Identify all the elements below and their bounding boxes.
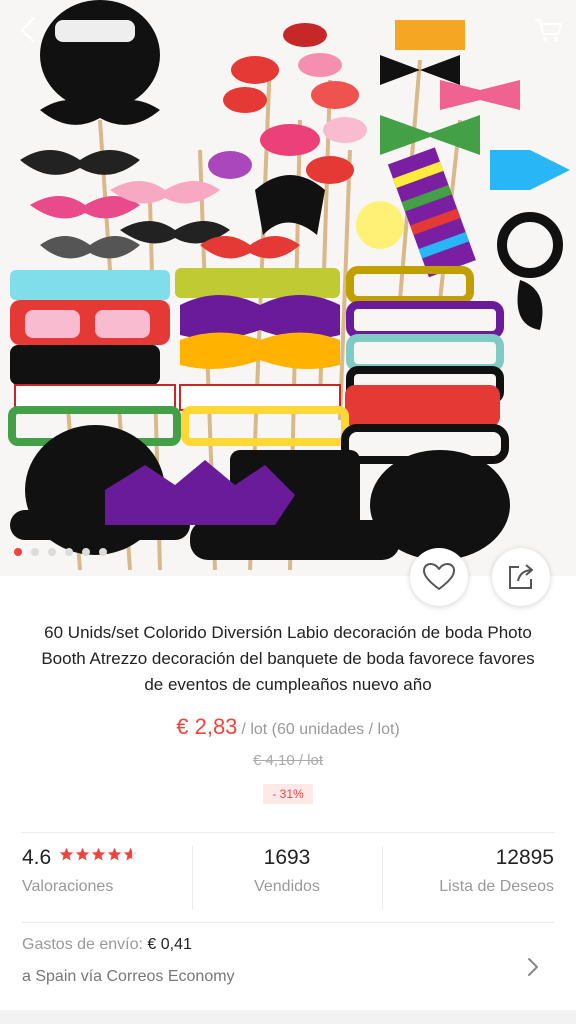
pagination-dot[interactable]	[99, 548, 107, 556]
product-title: 60 Unids/set Colorido Diversión Labio de…	[41, 623, 535, 694]
rating-label: Valoraciones	[22, 878, 114, 895]
heart-outline-icon	[423, 563, 455, 590]
chevron-left-icon	[20, 17, 35, 43]
chevron-right-icon	[528, 958, 538, 976]
shipping-detail: a Spain vía Correos Economy	[22, 968, 235, 985]
star-icon	[123, 847, 138, 861]
rating-stat[interactable]: 4.6 Valoraciones	[22, 846, 138, 910]
wishlist-stat: 12895 Lista de Deseos	[382, 846, 554, 910]
gallery-pagination	[14, 548, 107, 556]
price-unit: / lot (60 unidades / lot)	[241, 721, 400, 738]
bottom-separator	[0, 1010, 576, 1024]
shipping-row[interactable]: Gastos de envío: € 0,41 a Spain vía Corr…	[22, 936, 554, 1000]
pagination-dot[interactable]	[31, 548, 39, 556]
shipping-cost: € 0,41	[147, 936, 192, 953]
star-icon	[75, 847, 90, 861]
star-icon	[107, 847, 122, 861]
cart-button[interactable]	[528, 10, 568, 50]
divider	[22, 832, 554, 833]
share-button[interactable]	[492, 548, 550, 606]
sold-value: 1693	[263, 846, 311, 869]
pagination-dot[interactable]	[82, 548, 90, 556]
rating-stars	[59, 847, 138, 862]
sold-label: Vendidos	[254, 878, 320, 895]
divider	[22, 922, 554, 923]
wishlist-button[interactable]	[410, 548, 468, 606]
original-price: € 4,10 / lot	[252, 752, 324, 769]
back-button[interactable]	[8, 10, 48, 50]
wishlist-value: 12895	[495, 846, 554, 869]
sold-stat: 1693 Vendidos	[192, 846, 382, 910]
star-icon	[91, 847, 106, 861]
discount-badge: - 31%	[263, 784, 313, 804]
pagination-dot-active[interactable]	[14, 548, 22, 556]
rating-value: 4.6	[22, 846, 52, 869]
pagination-dot[interactable]	[48, 548, 56, 556]
share-icon	[509, 564, 533, 589]
product-image	[0, 0, 576, 576]
price-row: € 2,83/ lot (60 unidades / lot)	[0, 714, 576, 740]
stats-bar: 4.6 Valoraciones 1693 Vendidos 12895 Lis…	[0, 846, 576, 910]
star-icon	[59, 847, 74, 861]
product-gallery[interactable]	[0, 0, 576, 576]
wishlist-label: Lista de Deseos	[439, 878, 554, 895]
shopping-cart-icon	[535, 19, 562, 41]
shipping-label: Gastos de envío:	[22, 936, 143, 953]
pagination-dot[interactable]	[65, 548, 73, 556]
current-price: € 2,83	[176, 714, 238, 739]
